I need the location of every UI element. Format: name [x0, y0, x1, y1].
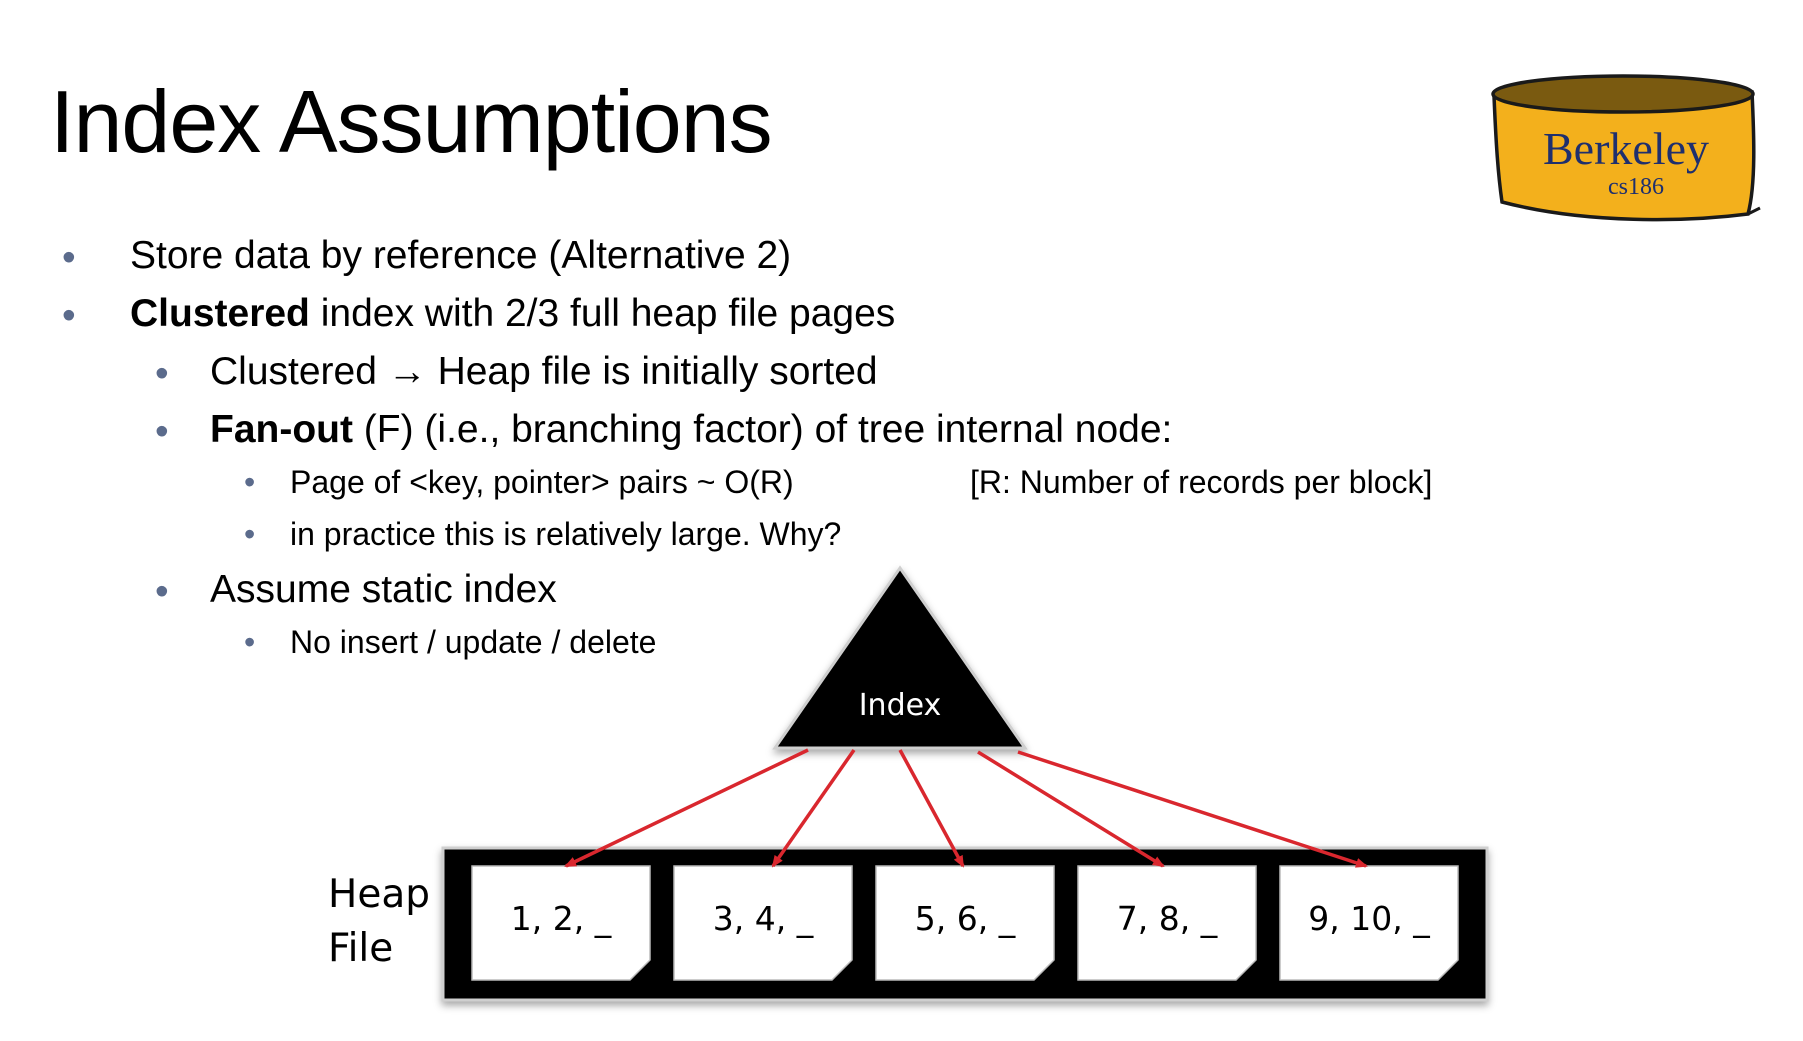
page-5-label: 9, 10, _ [1308, 899, 1430, 938]
index-label: Index [859, 688, 942, 723]
page-1-label: 1, 2, _ [511, 899, 612, 938]
heap-page-1: 1, 2, _ [471, 865, 651, 981]
page-4-label: 7, 8, _ [1117, 899, 1218, 938]
index-heap-diagram: 1, 2, _ 3, 4, _ 5, 6, _ 7, 8, _ 9, 10, _… [441, 565, 1489, 1002]
heap-file-label: Heap File [328, 868, 430, 976]
heap-label-line1: Heap [328, 872, 430, 917]
heap-page-2: 3, 4, _ [673, 865, 853, 981]
heap-page-4: 7, 8, _ [1077, 865, 1257, 981]
heap-label-line2: File [328, 926, 394, 971]
heap-page-3: 5, 6, _ [875, 865, 1055, 981]
heap-page-5: 9, 10, _ [1279, 865, 1459, 981]
page-3-label: 5, 6, _ [915, 899, 1016, 938]
page-2-label: 3, 4, _ [713, 899, 814, 938]
